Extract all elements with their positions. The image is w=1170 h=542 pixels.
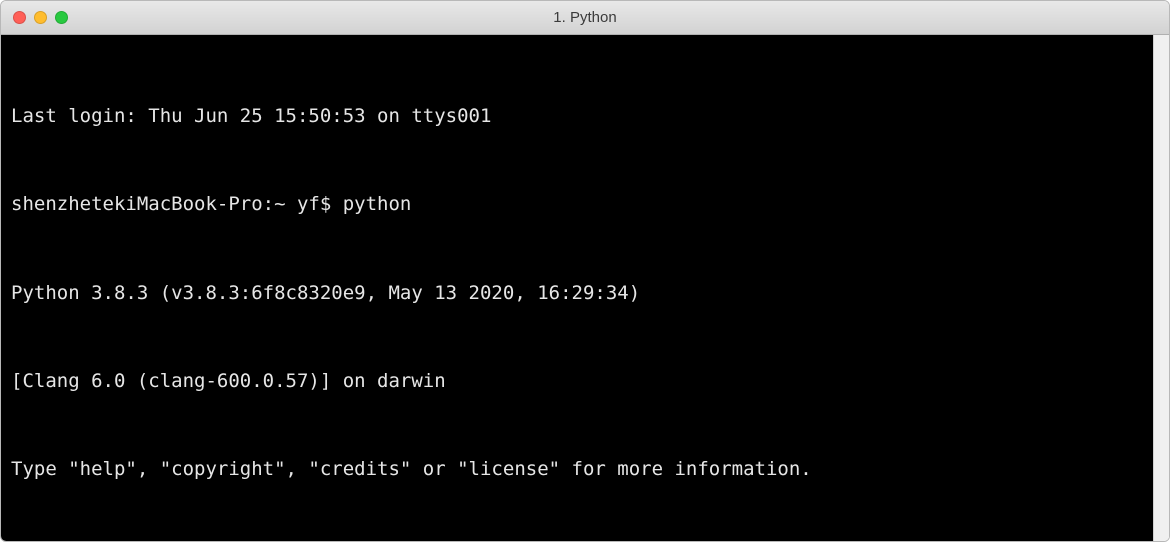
traffic-lights: [13, 11, 68, 24]
terminal-line: Last login: Thu Jun 25 15:50:53 on ttys0…: [11, 102, 1143, 131]
terminal-window: 1. Python Last login: Thu Jun 25 15:50:5…: [0, 0, 1170, 542]
terminal-line: Python 3.8.3 (v3.8.3:6f8c8320e9, May 13 …: [11, 279, 1143, 308]
scrollbar[interactable]: [1153, 35, 1169, 542]
terminal-line: shenzhetekiMacBook-Pro:~ yf$ python: [11, 190, 1143, 219]
terminal-line: [Clang 6.0 (clang-600.0.57)] on darwin: [11, 367, 1143, 396]
terminal-line: Type "help", "copyright", "credits" or "…: [11, 455, 1143, 484]
maximize-icon[interactable]: [55, 11, 68, 24]
terminal-body[interactable]: Last login: Thu Jun 25 15:50:53 on ttys0…: [1, 35, 1153, 542]
minimize-icon[interactable]: [34, 11, 47, 24]
close-icon[interactable]: [13, 11, 26, 24]
titlebar: 1. Python: [1, 1, 1169, 35]
terminal-area: Last login: Thu Jun 25 15:50:53 on ttys0…: [1, 35, 1169, 542]
window-title: 1. Python: [1, 9, 1169, 26]
